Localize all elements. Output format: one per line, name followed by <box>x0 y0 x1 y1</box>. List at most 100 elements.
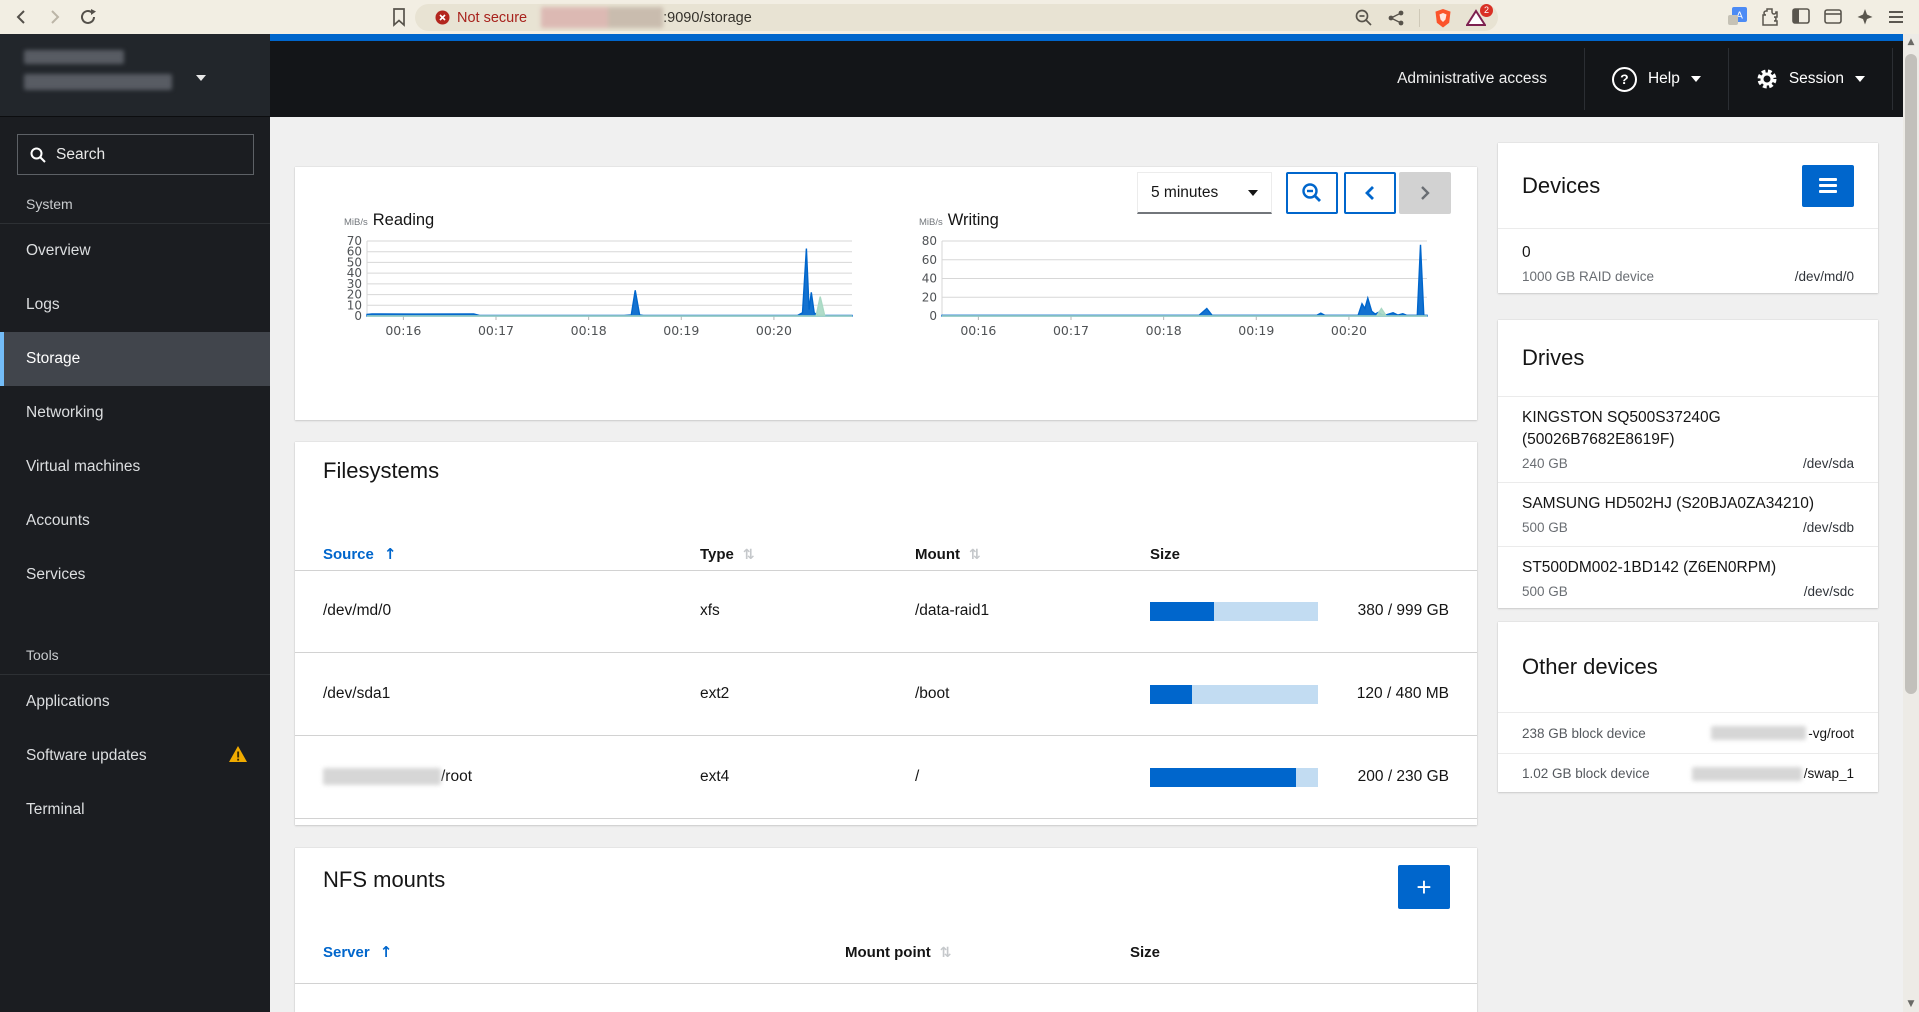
zoom-out-page-icon[interactable] <box>1354 8 1373 27</box>
pill-separator <box>1419 8 1420 27</box>
leo-ai-sparkle-icon[interactable] <box>1856 8 1874 26</box>
svg-text:00:17: 00:17 <box>1053 323 1089 338</box>
list-item-raid-device[interactable]: 0 1000 GB RAID device /dev/md/0 <box>1498 229 1878 297</box>
warning-icon <box>228 745 248 768</box>
table-row[interactable]: /dev/md/0 xfs /data-raid1 380 / 999 GB <box>295 570 1477 653</box>
writing-plot: 0 20 40 60 80 00:16 00:17 00:18 00:19 00:20 <box>922 234 1428 338</box>
search-input[interactable] <box>56 145 226 164</box>
column-header-source[interactable]: Source ↑ <box>323 545 700 563</box>
scroll-up-icon[interactable]: ▲ <box>1903 34 1919 50</box>
help-menu[interactable]: ? Help <box>1585 41 1728 117</box>
column-header-type[interactable]: Type ⇅ <box>700 546 915 563</box>
svg-text:40: 40 <box>922 272 937 286</box>
browser-back-icon[interactable] <box>12 7 32 27</box>
zoom-out-button[interactable] <box>1286 172 1338 214</box>
fs-size: 200 / 230 GB <box>1357 768 1449 785</box>
help-icon: ? <box>1611 66 1637 92</box>
fs-source: /root <box>323 768 700 786</box>
sidebar-item-terminal[interactable]: Terminal <box>0 783 270 837</box>
sidebar-item-software-updates[interactable]: Software updates <box>0 729 270 783</box>
masthead: Administrative access ? Help Session <box>270 41 1903 117</box>
not-secure-badge[interactable]: Not secure <box>435 10 527 26</box>
scrollbar-thumb[interactable] <box>1905 54 1917 694</box>
sidebar-item-logs[interactable]: Logs <box>0 278 270 332</box>
address-bar[interactable]: Not secure :9090/storage 2 <box>415 3 1498 31</box>
table-row[interactable]: /root ext4 / 200 / 230 GB <box>295 736 1477 819</box>
chart-name: Writing <box>947 211 999 229</box>
chevron-down-icon <box>196 75 206 81</box>
drive-size: 500 GB <box>1522 584 1568 599</box>
add-nfs-mount-button[interactable]: + <box>1398 865 1450 909</box>
translate-icon[interactable]: A <box>1728 7 1747 26</box>
sidebar-item-applications[interactable]: Applications <box>0 675 270 729</box>
drive-path: /dev/sda <box>1802 456 1854 471</box>
host-switcher[interactable] <box>0 34 270 117</box>
sidebar-search[interactable] <box>17 134 254 175</box>
redacted-text <box>1711 726 1807 740</box>
drives-title: Drives <box>1522 345 1585 370</box>
url-path: :9090/storage <box>663 9 752 26</box>
svg-text:00:20: 00:20 <box>1331 323 1367 338</box>
column-header-mount[interactable]: Mount ⇅ <box>915 546 1150 563</box>
sidebar-item-networking[interactable]: Networking <box>0 386 270 440</box>
devices-menu-button[interactable] <box>1802 164 1854 207</box>
list-item-drive[interactable]: SAMSUNG HD502HJ (S20BJA0ZA34210) 500 GB … <box>1498 483 1878 547</box>
bookmark-icon[interactable] <box>390 7 410 27</box>
share-icon[interactable] <box>1387 9 1405 27</box>
sidebar-toggle-icon[interactable] <box>1792 8 1811 25</box>
gear-icon <box>1757 69 1777 89</box>
table-row[interactable]: /dev/sda1 ext2 /boot 120 / 480 MB <box>295 653 1477 736</box>
time-range-select[interactable]: 5 minutes <box>1137 172 1272 214</box>
sort-icon: ⇅ <box>742 546 755 563</box>
io-charts-card: 5 minutes MiB/s Reading 0 10 20 30 40 50 60 70 0… <box>295 167 1477 420</box>
usage-bar <box>1150 601 1318 621</box>
browser-forward-icon[interactable] <box>44 7 64 27</box>
fs-size: 380 / 999 GB <box>1357 602 1449 619</box>
nav-section-tools: Tools <box>26 647 59 663</box>
browser-menu-icon[interactable] <box>1887 9 1905 25</box>
list-item-drive[interactable]: ST500DM002-1BD142 (Z6EN0RPM) 500 GB /dev… <box>1498 547 1878 610</box>
reading-plot: 01020304050607000:16 00:17 00:18 00:19 00:20 <box>347 234 853 338</box>
extensions-puzzle-icon[interactable] <box>1760 7 1779 26</box>
brave-shield-icon[interactable] <box>1434 8 1452 28</box>
column-header-mount-point[interactable]: Mount point ⇅ <box>845 944 1130 961</box>
svg-text:80: 80 <box>922 234 937 248</box>
fs-source: /dev/sda1 <box>323 685 391 702</box>
browser-reload-icon[interactable] <box>78 7 98 27</box>
svg-text:00:18: 00:18 <box>571 323 607 338</box>
redacted-hostname <box>24 74 172 90</box>
session-menu[interactable]: Session <box>1729 41 1892 117</box>
svg-text:00:17: 00:17 <box>478 323 514 338</box>
svg-text:00:16: 00:16 <box>960 323 996 338</box>
sidebar-item-services[interactable]: Services <box>0 548 270 602</box>
sidebar-item-virtual-machines[interactable]: Virtual machines <box>0 440 270 494</box>
search-icon <box>30 147 46 163</box>
history-back-button[interactable] <box>1344 172 1396 214</box>
usage-bar <box>1150 684 1318 704</box>
wallet-icon[interactable] <box>1824 8 1843 25</box>
sidebar-item-storage[interactable]: Storage <box>0 332 270 386</box>
filesystems-title: Filesystems <box>323 458 440 483</box>
device-desc: 1.02 GB block device <box>1522 766 1650 781</box>
usage-bar <box>1150 767 1318 787</box>
devices-card: Devices 0 1000 GB RAID device /dev/md/0 <box>1498 143 1878 293</box>
device-desc: 238 GB block device <box>1522 725 1646 741</box>
list-item-block-device[interactable]: 238 GB block device -vg/root <box>1498 713 1878 753</box>
sidebar-item-accounts[interactable]: Accounts <box>0 494 270 548</box>
sidebar-item-overview[interactable]: Overview <box>0 224 270 278</box>
scroll-down-icon[interactable]: ▼ <box>1903 996 1919 1012</box>
history-forward-button[interactable] <box>1399 172 1451 214</box>
device-path: /dev/md/0 <box>1794 269 1854 284</box>
redacted-text <box>323 768 441 786</box>
chevron-down-icon <box>1690 76 1701 82</box>
device-desc: 1000 GB RAID device <box>1522 269 1655 284</box>
chart-title: MiB/s Reading <box>344 211 855 230</box>
extension-triangle-icon[interactable]: 2 <box>1466 3 1493 27</box>
filesystems-table-header: Source ↑ Type ⇅ Mount ⇅ Size <box>295 538 1477 570</box>
page-scrollbar[interactable]: ▲ ▼ <box>1903 34 1919 1012</box>
list-item-drive[interactable]: KINGSTON SQ500S37240G (50026B7682E8619F)… <box>1498 397 1878 483</box>
list-item-block-device[interactable]: 1.02 GB block device /swap_1 <box>1498 753 1878 793</box>
admin-access-indicator[interactable]: Administrative access <box>1397 70 1584 88</box>
column-header-server[interactable]: Server ↑ <box>323 943 845 961</box>
svg-text:60: 60 <box>922 253 937 267</box>
